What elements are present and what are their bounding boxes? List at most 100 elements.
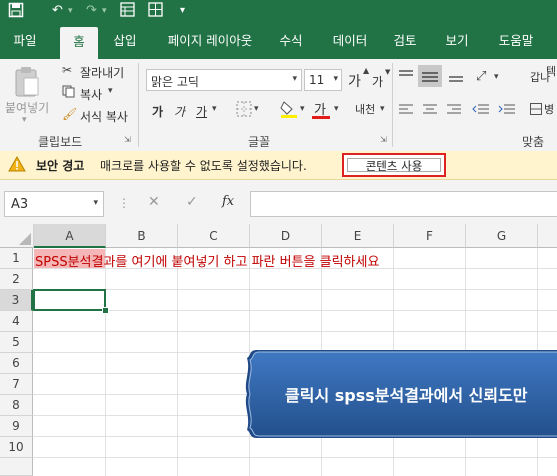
bold-button[interactable]: 가	[152, 103, 163, 120]
undo-icon[interactable]: ↶	[52, 2, 63, 20]
selected-cell-a3[interactable]	[33, 289, 106, 311]
column-header-d[interactable]: D	[250, 224, 322, 248]
run-macro-button[interactable]: 클릭시 spss분석결과에서 신뢰도만	[243, 346, 557, 442]
row-header-8[interactable]: 8	[0, 395, 33, 416]
security-warning-bar: 보안 경고 매크로를 사용할 수 없도록 설정했습니다. 콘텐츠 사용	[0, 151, 557, 180]
font-size-select[interactable]: 11 ▾	[304, 69, 342, 91]
tab-data[interactable]: 데이터	[322, 22, 378, 59]
alignment-group-label: 맞춤	[522, 135, 545, 149]
column-header-h[interactable]	[538, 224, 557, 248]
cancel-icon[interactable]: ✕	[148, 194, 160, 210]
gridline	[33, 331, 557, 332]
select-all-corner[interactable]	[0, 224, 34, 248]
copy-button[interactable]: 복사	[80, 86, 102, 103]
chevron-down-icon: ▾	[333, 74, 338, 84]
row-header-1[interactable]: 1	[0, 248, 33, 269]
name-box-value: A3	[11, 197, 29, 212]
copy-icon	[62, 85, 75, 101]
font-color-swatch	[312, 116, 330, 119]
row-header-9[interactable]: 9	[0, 416, 33, 437]
row-header-11[interactable]	[0, 458, 33, 476]
redo-dropdown-icon[interactable]: ▾	[102, 2, 107, 20]
tab-formulas[interactable]: 수식	[270, 22, 312, 59]
italic-button[interactable]: 가	[174, 103, 185, 120]
cut-icon: ✂	[62, 63, 73, 77]
chevron-down-icon: ▾	[93, 198, 98, 208]
clipboard-launcher-icon[interactable]: ⇲	[124, 135, 131, 144]
fill-handle[interactable]	[102, 307, 109, 314]
row-header-7[interactable]: 7	[0, 374, 33, 395]
underline-dropdown-icon[interactable]: ▾	[212, 104, 217, 114]
undo-dropdown-icon[interactable]: ▾	[68, 2, 73, 20]
align-center-icon[interactable]	[422, 103, 438, 120]
row-header-3[interactable]: 3	[0, 290, 33, 311]
column-header-g[interactable]: G	[466, 224, 538, 248]
enable-content-button[interactable]: 콘텐츠 사용	[342, 153, 446, 177]
tab-help[interactable]: 도움말	[488, 22, 544, 59]
cell-a1-text: 결과를 여기에 붙여넣기 하고 파란 버튼을 클릭하세요	[91, 255, 380, 270]
shrink-font-button[interactable]: 가	[372, 73, 383, 90]
dots-icon: ⋮	[118, 196, 130, 210]
copy-dropdown-icon[interactable]: ▾	[108, 86, 113, 96]
phonetic-button[interactable]: 내천	[355, 101, 375, 117]
align-bottom-icon[interactable]	[448, 69, 464, 86]
font-color-dropdown-icon[interactable]: ▾	[334, 104, 339, 114]
gridline	[105, 248, 106, 476]
tab-view[interactable]: 보기	[436, 22, 478, 59]
insert-function-button[interactable]: fx	[222, 194, 234, 209]
paste-icon	[15, 67, 39, 97]
merge-icon[interactable]	[530, 103, 542, 118]
cell-a1[interactable]: SPSS분석결과를 여기에 붙여넣기 하고 파란 버튼을 클릭하세요	[35, 251, 379, 270]
row-header-10[interactable]: 10	[0, 437, 33, 458]
font-launcher-icon[interactable]: ⇲	[380, 135, 387, 144]
shrink-arrow-icon: ▼	[385, 68, 391, 76]
tab-home[interactable]: 홈	[60, 27, 98, 59]
decrease-indent-icon[interactable]	[472, 103, 490, 120]
increase-indent-icon[interactable]	[498, 103, 516, 120]
row-header-2[interactable]: 2	[0, 269, 33, 290]
tab-insert[interactable]: 삽입	[104, 22, 146, 59]
phonetic-dropdown-icon[interactable]: ▾	[380, 104, 385, 114]
column-header-f[interactable]: F	[394, 224, 466, 248]
save-icon[interactable]	[8, 2, 24, 24]
cut-button[interactable]: 잘라내기	[80, 64, 124, 81]
form-icon[interactable]	[120, 2, 135, 23]
fill-dropdown-icon[interactable]: ▾	[300, 104, 305, 114]
redo-icon[interactable]: ↷	[86, 2, 97, 20]
align-middle-icon[interactable]	[418, 65, 442, 87]
underline-button[interactable]: 가	[196, 103, 207, 120]
name-box[interactable]: A3 ▾	[4, 191, 104, 217]
border-dropdown-icon[interactable]: ▾	[254, 104, 259, 114]
border-icon[interactable]	[236, 101, 252, 120]
paste-dropdown-icon[interactable]: ▾	[22, 115, 27, 125]
align-left-icon[interactable]	[398, 103, 414, 120]
fill-color-icon[interactable]	[280, 99, 298, 122]
tab-review[interactable]: 검토	[384, 22, 426, 59]
grow-font-button[interactable]: 가	[348, 71, 361, 91]
align-right-icon[interactable]	[446, 103, 462, 120]
orientation-icon[interactable]: ⤢	[476, 69, 486, 84]
column-header-c[interactable]: C	[178, 224, 250, 248]
orientation-dropdown-icon[interactable]: ▾	[494, 72, 499, 82]
column-header-e[interactable]: E	[322, 224, 394, 248]
check-icon[interactable]: ✓	[186, 194, 198, 210]
table-icon[interactable]	[148, 2, 163, 23]
paste-button[interactable]	[12, 65, 42, 102]
row-header-6[interactable]: 6	[0, 353, 33, 374]
customize-icon[interactable]: ▾	[180, 2, 185, 20]
column-header-b[interactable]: B	[106, 224, 178, 248]
row-header-4[interactable]: 4	[0, 311, 33, 332]
merge-button[interactable]: 병	[544, 101, 554, 117]
tab-file[interactable]: 파일	[4, 22, 46, 59]
font-name-select[interactable]: 맑은 고딕 ▾	[146, 69, 302, 91]
formula-input[interactable]	[250, 191, 557, 217]
format-painter-button[interactable]: 서식 복사	[80, 108, 128, 125]
gridline	[33, 457, 557, 458]
text-label: 텍	[546, 65, 557, 78]
row-header-5[interactable]: 5	[0, 332, 33, 353]
formula-bar: A3 ▾ ⋮ ✕ ✓ fx	[0, 180, 557, 224]
column-header-a[interactable]: A	[34, 224, 106, 248]
gridline	[177, 248, 178, 476]
tab-page-layout[interactable]: 페이지 레이아웃	[158, 22, 262, 59]
align-top-icon[interactable]	[398, 69, 414, 86]
